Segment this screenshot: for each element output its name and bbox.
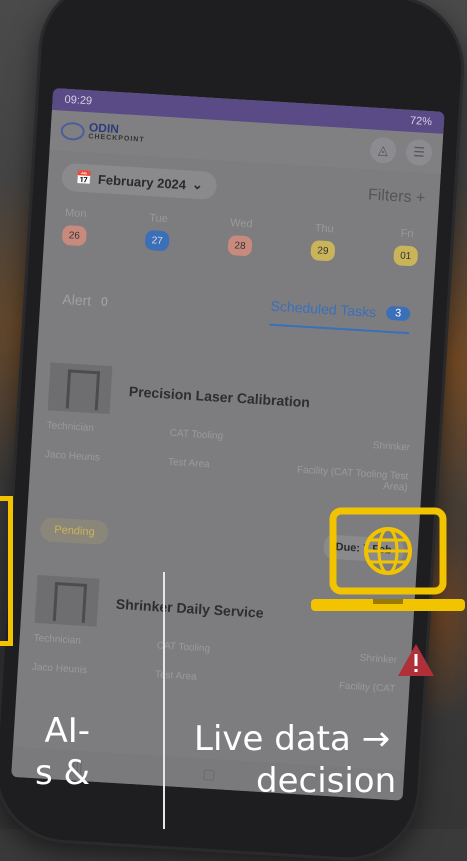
day-wed[interactable]: Wed 28 xyxy=(227,217,253,257)
machine-thumbnail xyxy=(47,362,113,415)
task-machine: Shrinker xyxy=(372,440,411,454)
day-name: Fri xyxy=(400,227,414,241)
left-caption-line1: AI- xyxy=(44,711,90,751)
task-title: Shrinker Daily Service xyxy=(115,595,265,621)
day-mon[interactable]: Mon 26 xyxy=(61,206,88,247)
tab-tasks-label: Scheduled Tasks xyxy=(270,297,377,321)
task-title: Precision Laser Calibration xyxy=(128,383,311,411)
task-role: Technician xyxy=(33,632,82,647)
tab-alert-label: Alert xyxy=(61,290,92,309)
day-name: Mon xyxy=(64,206,87,221)
day-name: Wed xyxy=(229,217,253,231)
task-person: Jaco Heunis xyxy=(44,449,101,464)
tab-scheduled-tasks[interactable]: Scheduled Tasks 3 xyxy=(269,297,411,335)
yellow-frame-graphic xyxy=(0,496,13,646)
day-number: 28 xyxy=(227,234,253,257)
day-thu[interactable]: Thu 29 xyxy=(310,222,336,262)
task-facility: Facility (CAT xyxy=(338,680,396,695)
day-tue[interactable]: Tue 27 xyxy=(144,212,171,252)
task-area: Test Area xyxy=(154,669,197,683)
day-fri[interactable]: Fri 01 xyxy=(393,227,419,267)
day-name: Thu xyxy=(314,222,335,236)
status-badge: Pending xyxy=(39,517,110,546)
logo-icon xyxy=(60,121,86,141)
month-label: February 2024 xyxy=(97,171,187,192)
right-caption-line2: decision xyxy=(256,761,397,801)
day-number: 26 xyxy=(61,224,87,247)
menu-icon[interactable]: ☰ xyxy=(405,138,433,167)
month-picker[interactable]: 📅 February 2024 ⌄ xyxy=(61,162,218,201)
caption-divider xyxy=(163,572,165,829)
machine-thumbnail xyxy=(34,574,100,627)
calendar-icon: 📅 xyxy=(75,169,93,186)
task-role: Technician xyxy=(46,420,95,435)
day-number: 29 xyxy=(310,240,336,262)
task-area: Test Area xyxy=(167,456,210,471)
task-location: CAT Tooling xyxy=(156,640,211,655)
day-number: 27 xyxy=(144,229,170,252)
status-time: 09:29 xyxy=(64,93,93,108)
task-person: Jaco Heunis xyxy=(31,661,88,677)
logo-subtext: CHECKPOINT xyxy=(88,133,145,144)
left-caption: AI- s & xyxy=(0,710,90,794)
app-screen: 09:29 72% ODIN CHECKPOINT ◬ ☰ 📅 February … xyxy=(11,88,445,801)
task-facility: Facility (CAT Tooling Test Area) xyxy=(296,464,409,494)
task-location: CAT Tooling xyxy=(169,427,224,443)
warning-icon xyxy=(398,644,434,676)
chevron-down-icon: ⌄ xyxy=(191,176,204,193)
tasks-count-badge: 3 xyxy=(385,305,411,322)
bell-icon[interactable]: ◬ xyxy=(369,136,397,165)
laptop-globe-icon xyxy=(311,507,465,611)
filters-button[interactable]: Filters + xyxy=(367,186,426,207)
day-number: 01 xyxy=(393,245,419,267)
battery-level: 72% xyxy=(409,114,433,129)
left-caption-line2: s & xyxy=(34,753,90,793)
right-caption: Live data → decision xyxy=(194,718,467,802)
tab-alert[interactable]: Alert 0 xyxy=(62,291,108,310)
task-machine: Shrinker xyxy=(359,652,398,667)
right-caption-line1: Live data → xyxy=(194,719,391,759)
app-logo: ODIN CHECKPOINT xyxy=(60,120,145,146)
day-name: Tue xyxy=(148,212,169,226)
alert-count: 0 xyxy=(100,294,109,309)
